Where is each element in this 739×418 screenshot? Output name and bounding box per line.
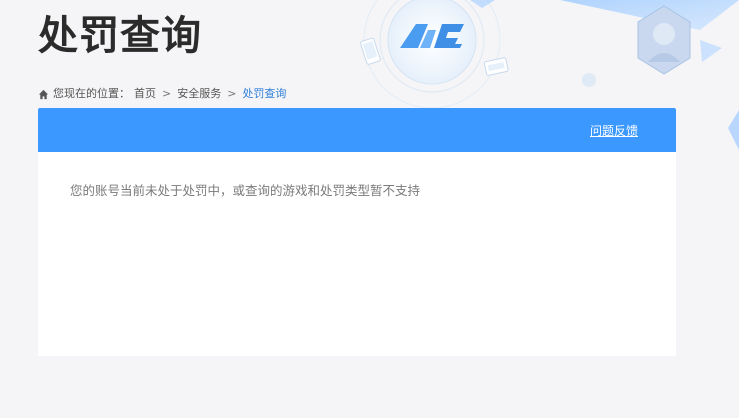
result-message: 您的账号当前未处于处罚中，或查询的游戏和处罚类型暂不支持 [70, 183, 421, 198]
ace-logo-icon [398, 22, 466, 50]
breadcrumb-security-services[interactable]: 安全服务 [177, 86, 221, 102]
panel-header: 问题反馈 [38, 108, 676, 152]
breadcrumb-current: 处罚查询 [242, 87, 287, 100]
page-title: 处罚查询 [38, 13, 202, 59]
breadcrumb-separator: > [227, 87, 237, 100]
game-card-icon [483, 57, 509, 76]
home-icon [38, 89, 49, 99]
breadcrumb: 您现在的位置： 首页 > 安全服务 > 处罚查询 [38, 86, 286, 102]
breadcrumb-home[interactable]: 首页 [134, 86, 156, 102]
feedback-link[interactable]: 问题反馈 [590, 122, 638, 139]
breadcrumb-separator: > [162, 87, 172, 100]
phone-icon [360, 37, 381, 65]
result-panel: 问题反馈 您的账号当前未处于处罚中，或查询的游戏和处罚类型暂不支持 [38, 108, 676, 356]
breadcrumb-prefix: 您现在的位置： [53, 87, 130, 100]
